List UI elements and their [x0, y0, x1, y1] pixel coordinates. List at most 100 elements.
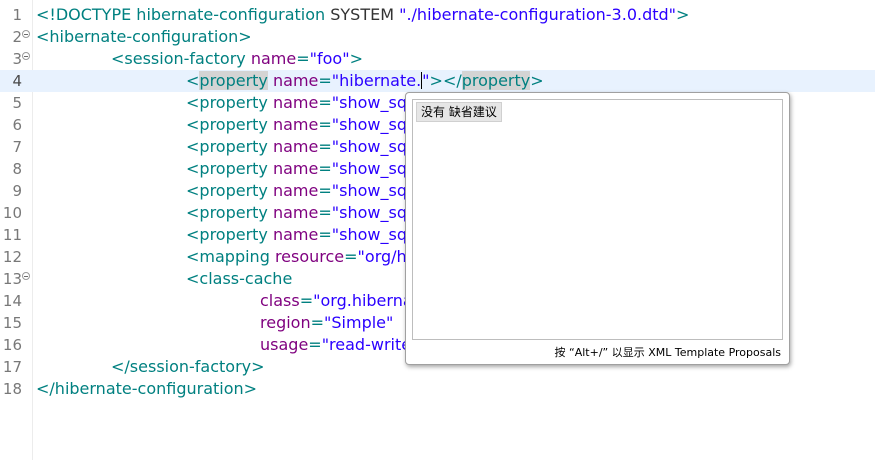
tag-token: <	[186, 71, 200, 90]
tag-token: ></	[429, 71, 462, 90]
tag-token: =	[296, 49, 310, 68]
line-number: 4	[12, 72, 22, 90]
attribute-name: name	[272, 93, 319, 112]
attribute-value: "hibernate.	[331, 71, 422, 90]
attribute-name: name	[272, 203, 319, 222]
tag-token: =	[318, 71, 332, 90]
tag-token: <property	[186, 115, 273, 134]
code-text: <property name="show_sql"	[186, 92, 419, 114]
fold-toggle-icon[interactable]	[22, 30, 30, 38]
tag-token: <property	[186, 181, 273, 200]
code-text: region="Simple"	[260, 312, 393, 334]
attribute-name: name	[273, 71, 319, 90]
tag-token: <mapping	[186, 247, 275, 266]
highlighted-tag-name: property	[461, 71, 531, 90]
code-text: </session-factory>	[111, 356, 265, 378]
popup-status-text: 按 “Alt+/” 以显示 XML Template Proposals	[554, 346, 781, 359]
tag-token: <class-cache	[186, 269, 293, 288]
highlighted-tag-name: property	[199, 71, 268, 90]
code-text: <class-cache	[186, 268, 292, 290]
code-text: <property name="show_sql"	[186, 180, 419, 202]
tag-token: =	[318, 93, 332, 112]
tag-token: =	[344, 247, 358, 266]
line-number: 9	[12, 182, 22, 200]
tag-token: <property	[186, 225, 273, 244]
line-number: 15	[2, 314, 22, 332]
line-number: 6	[12, 116, 22, 134]
line-number: 3	[12, 50, 22, 68]
line-number: 13	[2, 270, 22, 288]
tag-token: >	[530, 71, 544, 90]
line-number: 7	[12, 138, 22, 156]
attribute-name: name	[250, 49, 297, 68]
code-text: <property name="show_sql"	[186, 224, 419, 246]
tag-token: <hibernate-configuration>	[36, 27, 252, 46]
attribute-name: resource	[274, 247, 345, 266]
tag-token: =	[310, 313, 325, 332]
tag-token: <!DOCTYPE hibernate-configuration	[36, 5, 331, 24]
proposal-list[interactable]: 没有 缺省建议	[412, 99, 783, 340]
tag-token: =	[318, 225, 332, 244]
tag-token: </hibernate-configuration>	[36, 379, 258, 398]
line-number: 8	[12, 160, 22, 178]
code-line[interactable]: 18 </hibernate-configuration>	[0, 378, 875, 400]
tag-token: <property	[186, 159, 273, 178]
keyword: SYSTEM	[330, 5, 400, 24]
code-text: usage="read-write"	[260, 334, 418, 356]
code-text: <property name="hibernate."></property>	[186, 70, 544, 92]
line-number: 2	[12, 28, 22, 46]
attribute-value: "read-write"	[321, 335, 419, 354]
tag-token: =	[318, 115, 332, 134]
fold-toggle-icon[interactable]	[22, 272, 30, 280]
content-assist-popup[interactable]: 没有 缺省建议 按 “Alt+/” 以显示 XML Template Propo…	[405, 92, 790, 365]
code-text: <hibernate-configuration>	[36, 26, 252, 48]
proposal-item[interactable]: 没有 缺省建议	[416, 102, 502, 122]
code-text: <property name="show_sql"	[186, 136, 419, 158]
code-line[interactable]: 2 <hibernate-configuration>	[0, 26, 875, 48]
attribute-name: name	[272, 181, 319, 200]
tag-token: =	[318, 137, 332, 156]
tag-token: <property	[186, 137, 273, 156]
code-text: class="org.hibernat	[260, 290, 419, 312]
line-number: 14	[2, 292, 22, 310]
tag-token: <session-factory	[111, 49, 251, 68]
tag-token: <property	[186, 93, 273, 112]
code-line[interactable]: 1 <!DOCTYPE hibernate-configuration SYSTE…	[0, 4, 875, 26]
code-text: <property name="show_sql"	[186, 114, 419, 136]
code-line[interactable]: 4 <property name="hibernate."></property>	[0, 70, 875, 92]
code-text: <!DOCTYPE hibernate-configuration SYSTEM…	[36, 4, 689, 26]
attribute-name: name	[272, 137, 319, 156]
code-text: <property name="show_sql"	[186, 158, 419, 180]
line-number: 1	[12, 6, 22, 24]
attribute-value: "	[422, 71, 430, 90]
fold-toggle-icon[interactable]	[22, 52, 30, 60]
attribute-value: "foo"	[309, 49, 350, 68]
attribute-name: usage	[260, 335, 309, 354]
attribute-name: name	[272, 159, 319, 178]
code-line[interactable]: 3 <session-factory name="foo">	[0, 48, 875, 70]
attribute-name: name	[272, 225, 319, 244]
tag-token: =	[318, 203, 332, 222]
line-number: 12	[2, 248, 22, 266]
tag-token: =	[318, 181, 332, 200]
code-text: <session-factory name="foo">	[111, 48, 363, 70]
line-number: 18	[2, 380, 22, 398]
line-number: 5	[12, 94, 22, 112]
attribute-value: "Simple"	[324, 313, 394, 332]
line-number: 11	[2, 226, 22, 244]
attribute-name: region	[260, 313, 311, 332]
tag-token: >	[349, 49, 363, 68]
tag-token: =	[299, 291, 314, 310]
attribute-name: name	[272, 115, 319, 134]
code-text: </hibernate-configuration>	[36, 378, 257, 400]
tag-token: >	[676, 5, 690, 24]
attribute-value: "./hibernate-configuration-3.0.dtd"	[399, 5, 677, 24]
line-number: 17	[2, 358, 22, 376]
line-number: 16	[2, 336, 22, 354]
attribute-value: "org.hibernat	[313, 291, 419, 310]
tag-token: =	[308, 335, 322, 354]
line-number: 10	[2, 204, 22, 222]
tag-token: =	[318, 159, 332, 178]
tag-token: </session-factory>	[111, 357, 265, 376]
code-text: <property name="show_sql"	[186, 202, 419, 224]
